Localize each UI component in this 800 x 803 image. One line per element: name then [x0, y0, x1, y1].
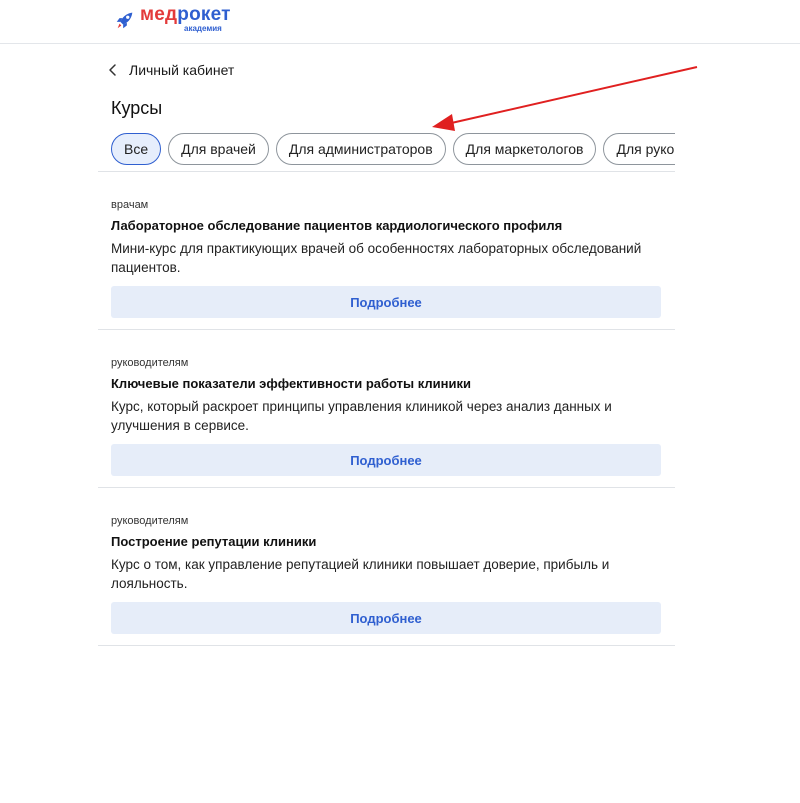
filter-chip-managers[interactable]: Для руковод: [603, 133, 675, 165]
course-list: врачам Лабораторное обследование пациент…: [98, 171, 675, 803]
filter-chip-doctors[interactable]: Для врачей: [168, 133, 269, 165]
logo-roket: рокет: [177, 4, 231, 25]
course-card: врачам Лабораторное обследование пациент…: [98, 171, 675, 329]
chevron-left-icon: [109, 64, 116, 76]
course-description: Мини-курс для практикующих врачей об осо…: [111, 241, 642, 275]
logo-wordmark: медрокет: [140, 5, 231, 25]
filter-chip-administrators[interactable]: Для администраторов: [275, 133, 446, 165]
filter-chip-marketers[interactable]: Для маркетологов: [452, 133, 597, 165]
course-title: Лабораторное обследование пациентов кард…: [111, 218, 563, 233]
course-description: Курс о том, как управление репутацией кл…: [111, 557, 610, 591]
page-title: Курсы: [111, 98, 163, 118]
course-details-button[interactable]: Подробнее: [111, 286, 661, 318]
course-details-button[interactable]: Подробнее: [111, 602, 661, 634]
course-audience-tag: руководителям: [111, 515, 189, 527]
course-card: руководителям Построение репутации клини…: [98, 487, 675, 645]
course-title: Построение репутации клиники: [111, 534, 317, 549]
course-details-button[interactable]: Подробнее: [111, 444, 661, 476]
rocket-icon: [116, 12, 133, 29]
logo-subtitle: академия: [184, 24, 222, 33]
back-link[interactable]: Личный кабинет: [106, 60, 234, 80]
logo-med: мед: [140, 4, 178, 25]
course-audience-tag: руководителям: [111, 357, 189, 369]
course-title: Ключевые показатели эффективности работы…: [111, 376, 472, 391]
course-description: Курс, который раскроет принципы управлен…: [111, 399, 612, 433]
course-filter-tabs: Все Для врачей Для администраторов Для марк…: [111, 133, 675, 167]
filter-chip-all[interactable]: Все: [111, 133, 162, 165]
medroket-logo[interactable]: медрокет академия: [114, 5, 231, 37]
back-link-label: Личный кабинет: [129, 62, 235, 78]
course-card-partial: [98, 645, 675, 803]
app-header: медрокет академия: [0, 0, 800, 44]
course-audience-tag: врачам: [111, 199, 149, 211]
course-card: руководителям Ключевые показатели эффект…: [98, 329, 675, 487]
